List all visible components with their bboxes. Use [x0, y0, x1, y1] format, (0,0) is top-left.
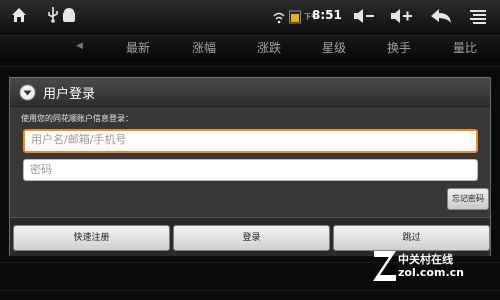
username-input[interactable]: 用户名/邮箱/手机号 — [23, 129, 478, 153]
tab-latest[interactable]: 最新 — [126, 39, 150, 56]
dropdown-circle-icon — [19, 84, 36, 105]
login-button[interactable]: 登录 — [173, 225, 330, 251]
android-icon — [62, 7, 76, 27]
tab-volume-ratio[interactable]: 量比 — [453, 39, 477, 56]
home-icon[interactable] — [10, 6, 28, 28]
status-bar: 下午 8:51 — [0, 0, 500, 34]
usb-icon — [47, 7, 59, 27]
clock: 8:51 — [312, 8, 342, 22]
watermark-line1: 中关村在线 — [398, 253, 453, 266]
list-divider — [0, 290, 500, 291]
quick-register-button[interactable]: 快速注册 — [13, 225, 170, 251]
tab-change[interactable]: 涨跌 — [257, 39, 281, 56]
menu-icon[interactable] — [470, 9, 486, 28]
dialog-header: 用户登录 — [10, 78, 490, 107]
volume-up-icon[interactable] — [390, 8, 414, 28]
wifi-icon — [273, 9, 285, 28]
login-prompt: 使用您的同花顺账户信息登录： — [21, 114, 133, 123]
password-input[interactable]: 密码 — [23, 159, 478, 181]
zol-logo-icon — [373, 251, 396, 281]
back-icon[interactable] — [430, 8, 452, 28]
watermark-line2: zol.com.cn — [398, 266, 464, 279]
list-divider — [0, 66, 500, 67]
tab-turnover[interactable]: 换手 — [387, 39, 411, 56]
login-dialog: 用户登录 使用您的同花顺账户信息登录： 用户名/邮箱/手机号 密码 忘记密码 快… — [9, 77, 491, 256]
battery-icon — [289, 9, 301, 28]
volume-down-icon[interactable] — [353, 8, 375, 28]
forgot-password-button[interactable]: 忘记密码 — [447, 188, 489, 210]
tab-rating[interactable]: 星级 — [322, 39, 346, 56]
dialog-title: 用户登录 — [43, 87, 96, 102]
scroll-left-icon[interactable]: ◀ — [76, 41, 83, 51]
column-tab-bar: ◀ 最新 涨幅 涨跌 星级 换手 量比 — [0, 34, 500, 62]
skip-button[interactable]: 跳过 — [333, 225, 490, 251]
tab-change-percent[interactable]: 涨幅 — [192, 39, 216, 56]
